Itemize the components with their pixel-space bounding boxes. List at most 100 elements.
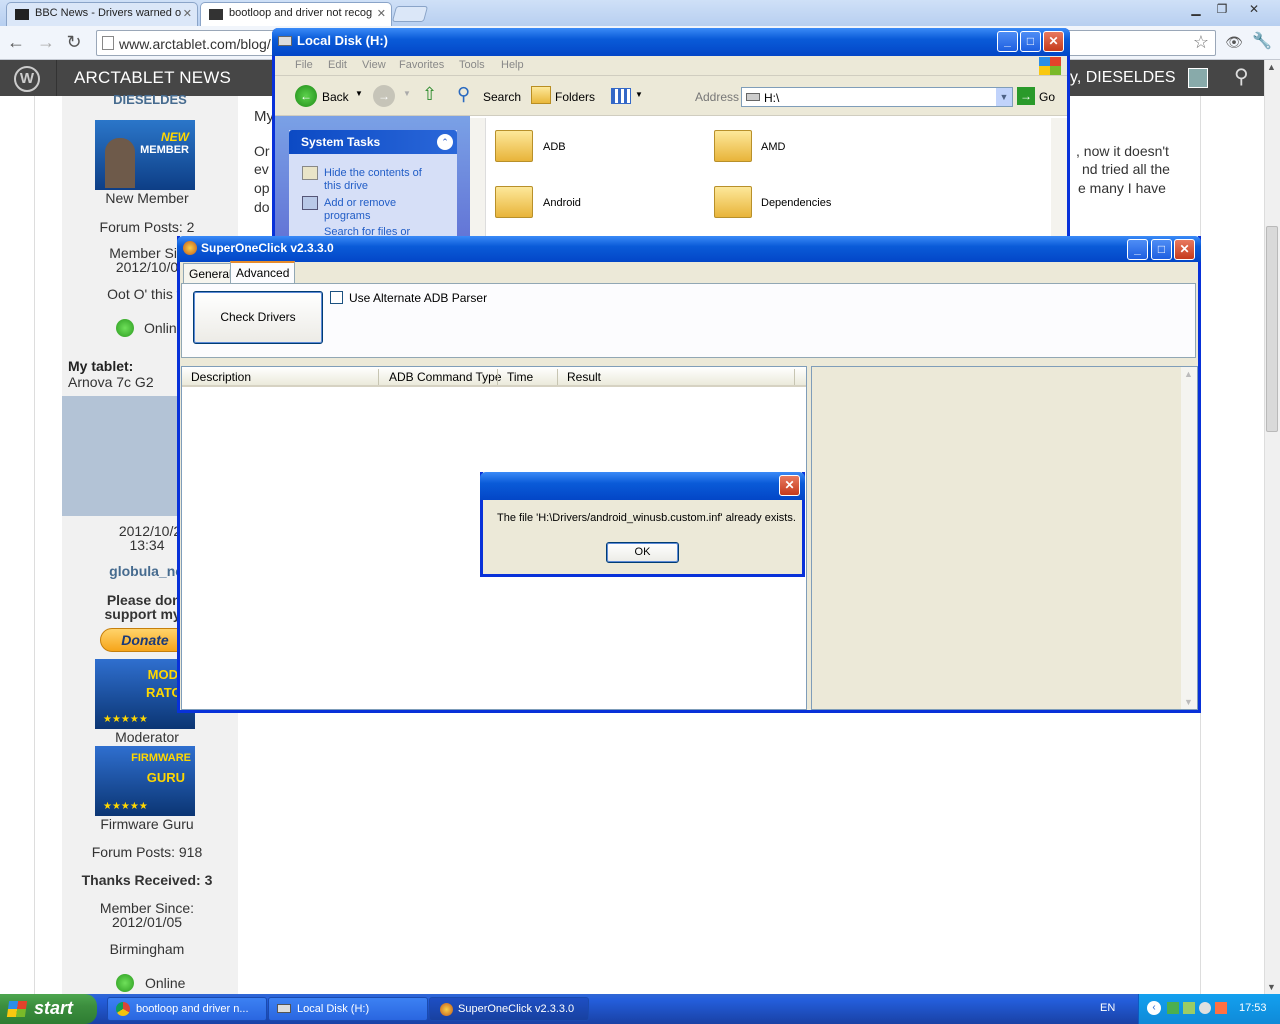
chevron-down-icon[interactable]: ▼ xyxy=(635,90,643,99)
column-divider[interactable] xyxy=(497,369,498,385)
volume-icon[interactable] xyxy=(1199,1002,1211,1014)
stars-icon: ★★★★★ xyxy=(103,801,148,812)
wordpress-logo-icon[interactable]: W xyxy=(14,66,40,92)
folder-icon[interactable] xyxy=(714,186,752,218)
minimize-icon[interactable]: _ xyxy=(1127,239,1148,260)
search-icon[interactable]: ⚲ xyxy=(1234,64,1249,89)
folder-icon[interactable] xyxy=(495,130,533,162)
collapse-icon[interactable]: ⌃ xyxy=(437,134,453,150)
column-divider[interactable] xyxy=(557,369,558,385)
column-description[interactable]: Description xyxy=(191,370,251,384)
file-list: ADB AMD Android Dependencies xyxy=(470,116,1067,238)
username[interactable]: DIESELDES xyxy=(62,92,238,107)
task-add-remove[interactable]: Add or remove programs xyxy=(324,197,429,223)
hide-drive-icon xyxy=(302,166,318,180)
go-arrow-icon[interactable]: → xyxy=(1017,87,1035,105)
show-hidden-icons-icon[interactable]: ‹ xyxy=(1147,1001,1161,1015)
star-icon[interactable]: ☆ xyxy=(1193,32,1209,53)
menu-edit[interactable]: Edit xyxy=(328,59,347,71)
folders-icon[interactable] xyxy=(531,86,551,104)
left-scrollbar[interactable] xyxy=(470,118,486,238)
folder-icon[interactable] xyxy=(495,186,533,218)
tab-bbc-news[interactable]: BBC News - Drivers warned o ✕ xyxy=(6,2,198,26)
minimize-icon[interactable]: ▁ xyxy=(1184,2,1208,18)
go-button[interactable]: Go xyxy=(1039,90,1055,104)
menu-tools[interactable]: Tools xyxy=(459,59,485,71)
maximize-icon[interactable]: □ xyxy=(1020,31,1041,52)
up-folder-icon[interactable]: ⇧ xyxy=(422,84,437,105)
folder-android[interactable]: Android xyxy=(543,197,581,209)
new-tab-button[interactable] xyxy=(391,6,429,22)
wrench-icon[interactable]: 🔧 xyxy=(1250,31,1274,55)
tab-bootloop[interactable]: bootloop and driver not recog ✕ xyxy=(200,2,392,26)
output-scrollbar[interactable]: ▲ ▼ xyxy=(1181,367,1197,709)
network-icon[interactable] xyxy=(1183,1002,1195,1014)
right-scrollbar[interactable] xyxy=(1051,118,1067,238)
check-drivers-button[interactable]: Check Drivers xyxy=(193,291,323,344)
scroll-down-icon[interactable]: ▼ xyxy=(1184,697,1193,707)
menu-view[interactable]: View xyxy=(362,59,386,71)
back-arrow-icon[interactable]: ← xyxy=(4,31,28,55)
search-button[interactable]: Search xyxy=(483,90,521,104)
column-divider[interactable] xyxy=(794,369,795,385)
page-scrollbar[interactable]: ▲ ▼ xyxy=(1264,60,1280,994)
start-button[interactable]: start xyxy=(0,994,97,1024)
chevron-down-icon[interactable]: ▼ xyxy=(403,89,411,98)
scroll-up-icon[interactable]: ▲ xyxy=(1267,62,1276,72)
folder-icon[interactable] xyxy=(714,130,752,162)
close-icon[interactable]: ✕ xyxy=(779,475,800,496)
forward-arrow-icon[interactable]: → xyxy=(34,31,58,55)
menu-favorites[interactable]: Favorites xyxy=(399,59,444,71)
tab-advanced[interactable]: Advanced xyxy=(230,261,296,284)
taskbar-item-explorer[interactable]: Local Disk (H:) xyxy=(268,997,428,1021)
close-icon[interactable]: ✕ xyxy=(1174,239,1195,260)
column-time[interactable]: Time xyxy=(507,370,533,384)
maximize-icon[interactable]: □ xyxy=(1151,239,1172,260)
forward-icon[interactable]: → xyxy=(373,85,395,107)
minimize-icon[interactable]: _ xyxy=(997,31,1018,52)
taskbar-item-superoneclick[interactable]: SuperOneClick v2.3.3.0 xyxy=(429,997,589,1021)
back-icon[interactable]: ← xyxy=(295,85,317,107)
column-result[interactable]: Result xyxy=(567,370,601,384)
ok-button[interactable]: OK xyxy=(606,542,679,563)
close-tab-icon[interactable]: ✕ xyxy=(377,7,386,20)
extension-icon[interactable]: 👁 xyxy=(1222,31,1246,55)
avatar[interactable] xyxy=(1188,68,1208,88)
folders-button[interactable]: Folders xyxy=(555,90,595,104)
security-icon[interactable] xyxy=(1215,1002,1227,1014)
restore-icon[interactable]: ❐ xyxy=(1210,2,1234,18)
explorer-title-bar[interactable]: Local Disk (H:) _ □ ✕ xyxy=(272,28,1070,56)
clock[interactable]: 17:53 xyxy=(1239,1002,1267,1014)
close-tab-icon[interactable]: ✕ xyxy=(183,7,192,20)
scroll-up-icon[interactable]: ▲ xyxy=(1184,369,1193,379)
scrollbar-thumb[interactable] xyxy=(1266,226,1278,432)
address-field[interactable]: H:\ ▼ xyxy=(741,87,1013,107)
close-icon[interactable]: ✕ xyxy=(1242,2,1266,18)
dialog-title-bar[interactable]: ✕ xyxy=(480,472,805,500)
column-adb-command-type[interactable]: ADB Command Type xyxy=(389,370,502,384)
soc-title-bar[interactable]: SuperOneClick v2.3.3.0 _ □ ✕ xyxy=(177,236,1201,262)
chevron-down-icon[interactable]: ▼ xyxy=(996,88,1012,106)
close-icon[interactable]: ✕ xyxy=(1043,31,1064,52)
search-icon[interactable]: ⚲ xyxy=(457,84,470,105)
system-tasks-header[interactable]: System Tasks xyxy=(289,130,457,154)
site-title[interactable]: ARCTABLET NEWS xyxy=(74,68,231,88)
scroll-down-icon[interactable]: ▼ xyxy=(1267,982,1276,992)
back-button[interactable]: Back xyxy=(322,90,349,104)
alternate-adb-checkbox[interactable] xyxy=(330,291,343,304)
reload-icon[interactable]: ↻ xyxy=(62,31,86,55)
user-greeting[interactable]: y, DIESELDES xyxy=(1070,69,1176,87)
explorer-toolbar: ← Back ▼ → ▼ ⇧ ⚲ Search Folders ▼ Addres… xyxy=(275,76,1067,116)
task-hide-contents[interactable]: Hide the contents of this drive xyxy=(324,167,429,193)
folder-amd[interactable]: AMD xyxy=(761,141,785,153)
menu-help[interactable]: Help xyxy=(501,59,524,71)
folder-adb[interactable]: ADB xyxy=(543,141,566,153)
tray-app-icon[interactable] xyxy=(1167,1002,1179,1014)
taskbar-item-chrome[interactable]: bootloop and driver n... xyxy=(107,997,267,1021)
views-icon[interactable] xyxy=(611,88,631,104)
chevron-down-icon[interactable]: ▼ xyxy=(355,89,363,98)
menu-file[interactable]: File xyxy=(295,59,313,71)
folder-dependencies[interactable]: Dependencies xyxy=(761,197,831,209)
column-divider[interactable] xyxy=(378,369,379,385)
language-indicator[interactable]: EN xyxy=(1100,1002,1115,1014)
